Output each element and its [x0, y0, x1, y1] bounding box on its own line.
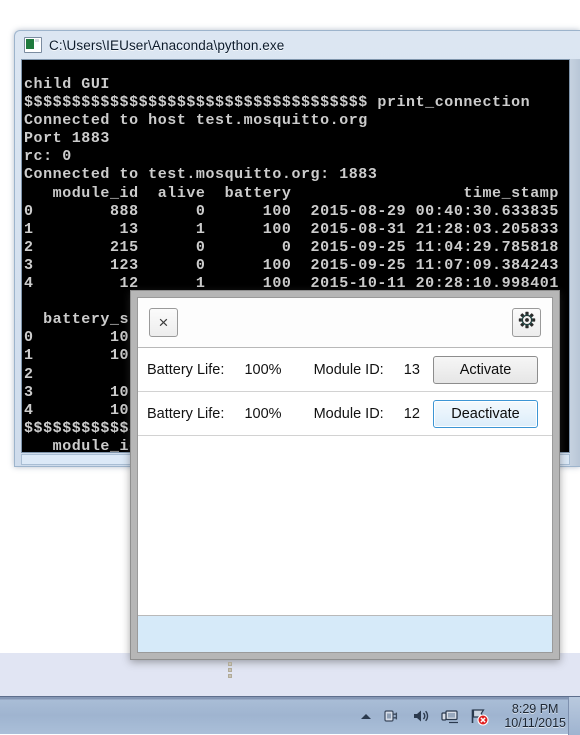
dialog-content: × Battery Life: 100% Module ID: 13 Activ… — [137, 297, 553, 653]
network-error-icon[interactable] — [469, 706, 489, 726]
module-id-label: Module ID: — [313, 361, 384, 378]
module-list: Battery Life: 100% Module ID: 13 Activat… — [138, 348, 552, 615]
console-titlebar[interactable]: C:\Users\IEUser\Anaconda\python.exe — [15, 31, 580, 59]
list-item[interactable]: Battery Life: 100% Module ID: 12 Deactiv… — [138, 392, 552, 436]
list-item[interactable]: Battery Life: 100% Module ID: 13 Activat… — [138, 348, 552, 392]
volume-icon[interactable] — [411, 706, 431, 726]
battery-life-value: 100% — [244, 361, 282, 378]
show-desktop-button[interactable] — [568, 697, 580, 735]
settings-button[interactable] — [512, 308, 541, 337]
close-icon: × — [158, 313, 169, 332]
clock-time: 8:29 PM — [511, 702, 559, 716]
battery-life-value: 100% — [244, 405, 282, 422]
gear-icon — [518, 311, 536, 334]
module-id-value: 12 — [403, 405, 420, 422]
dialog-status-bar — [138, 615, 552, 652]
close-button[interactable]: × — [149, 308, 178, 337]
python-console-icon — [24, 37, 42, 53]
activate-button[interactable]: Activate — [433, 355, 538, 384]
show-hidden-icons-arrow-icon[interactable] — [359, 709, 373, 723]
power-plug-icon[interactable] — [382, 706, 402, 726]
row-battery-label: Battery Life: 100% Module ID: 13 — [147, 362, 420, 378]
deactivate-button[interactable]: Deactivate — [433, 399, 538, 428]
clock-date: 10/11/2015 — [504, 716, 566, 730]
console-title: C:\Users\IEUser\Anaconda\python.exe — [49, 37, 285, 53]
module-control-dialog[interactable]: × Battery Life: 100% Module ID: 13 Activ… — [130, 290, 560, 660]
module-id-label: Module ID: — [313, 405, 384, 422]
system-tray: 8:29 PM 10/11/2015 — [359, 697, 566, 735]
battery-life-label: Battery Life: — [147, 361, 225, 378]
resize-grip[interactable] — [224, 662, 236, 678]
taskbar-clock[interactable]: 8:29 PM 10/11/2015 — [504, 702, 566, 730]
dialog-toolbar: × — [138, 298, 552, 348]
network-monitor-icon[interactable] — [440, 706, 460, 726]
battery-life-label: Battery Life: — [147, 405, 225, 422]
console-right-edge — [570, 59, 580, 466]
module-id-value: 13 — [403, 361, 420, 378]
taskbar[interactable]: 8:29 PM 10/11/2015 — [0, 696, 580, 735]
row-battery-label: Battery Life: 100% Module ID: 12 — [147, 406, 420, 422]
